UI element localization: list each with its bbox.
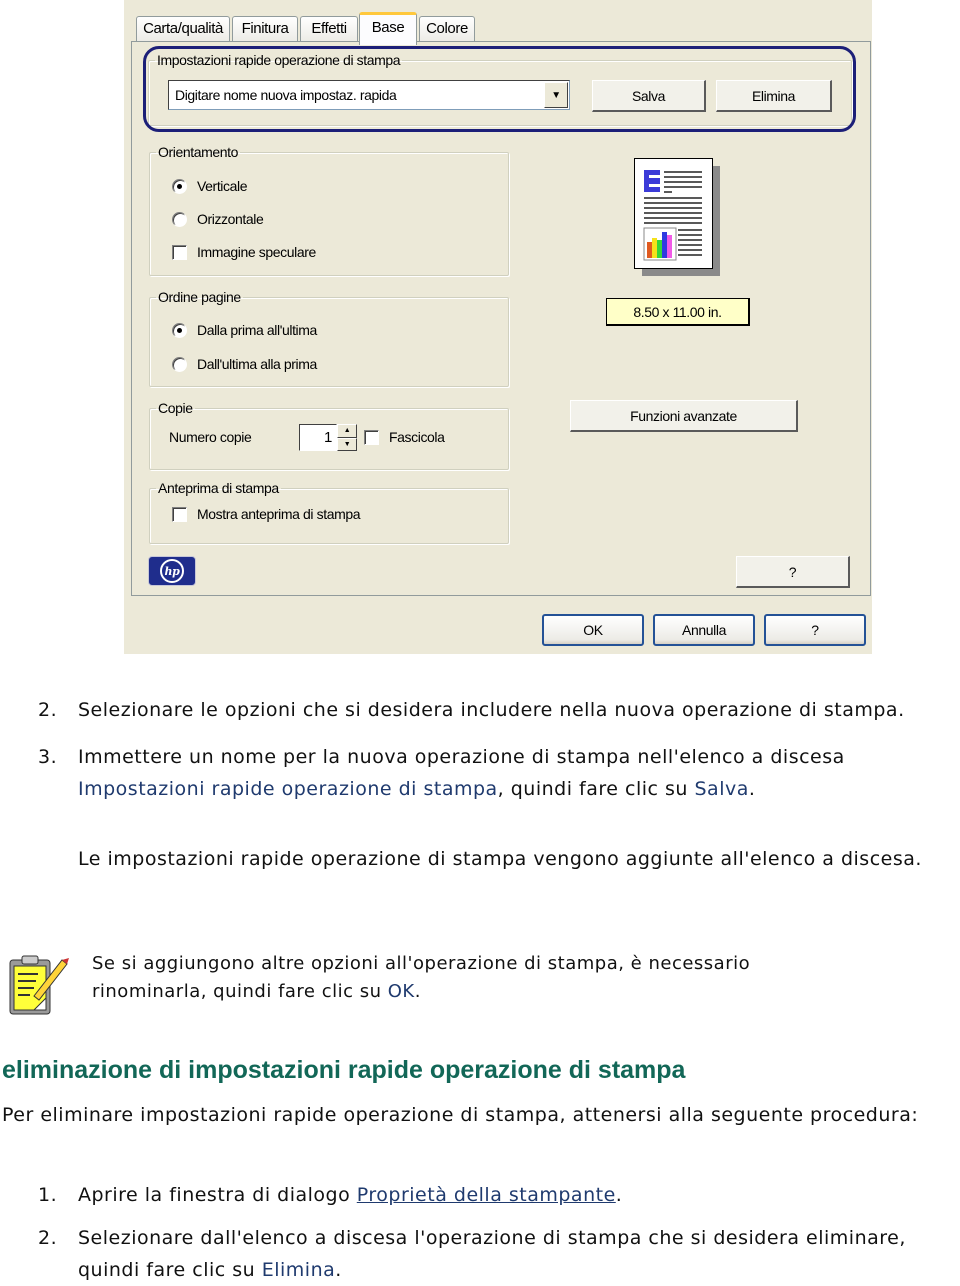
radio-unselected-icon[interactable] [172, 211, 187, 227]
tab-finitura[interactable]: Finitura [232, 16, 298, 42]
save-link[interactable]: Salva [694, 778, 748, 800]
checkbox-label: Immagine speculare [197, 244, 316, 260]
radio-label: Verticale [197, 178, 248, 194]
help-button[interactable]: ? [764, 614, 866, 646]
advanced-features-button[interactable]: Funzioni avanzate [570, 400, 798, 432]
radio-label: Dall'ultima alla prima [197, 356, 317, 372]
quick-settings-link[interactable]: Impostazioni rapide operazione di stampa [78, 778, 498, 800]
highlight-outline [143, 46, 856, 132]
stepper-down-icon[interactable]: ▼ [337, 437, 357, 451]
checkbox-immagine-speculare[interactable]: Immagine speculare [172, 244, 316, 260]
checkbox-icon[interactable] [172, 244, 187, 260]
page-preview-icon [634, 158, 720, 276]
step-text: Aprire la finestra di dialogo Proprietà … [78, 1184, 623, 1206]
printer-properties-link[interactable]: Proprietà della stampante [357, 1184, 616, 1206]
section-heading: eliminazione di impostazioni rapide oper… [2, 1056, 686, 1084]
hp-logo: hp [148, 556, 196, 586]
page-order-group: Ordine pagine [149, 289, 509, 387]
intro-text: Per eliminare impostazioni rapide operaz… [2, 1104, 919, 1126]
note-clipboard-icon [9, 955, 69, 1015]
tab-carta-qualita[interactable]: Carta/qualità [136, 16, 230, 42]
step-result-text: Le impostazioni rapide operazione di sta… [78, 848, 922, 870]
ok-button[interactable]: OK [542, 614, 644, 646]
radio-last-to-first[interactable]: Dall'ultima alla prima [172, 356, 317, 372]
print-preview-legend: Anteprima di stampa [158, 480, 279, 496]
delete-link[interactable]: Elimina [262, 1259, 336, 1281]
copies-count-label: Numero copie [169, 429, 252, 445]
checkbox-label: Fascicola [389, 429, 445, 445]
radio-unselected-icon[interactable] [172, 356, 187, 372]
paper-size-readout: 8.50 x 11.00 in. [606, 298, 750, 326]
checkbox-label: Mostra anteprima di stampa [197, 506, 361, 522]
page-order-legend: Ordine pagine [158, 289, 241, 305]
radio-selected-icon[interactable] [172, 322, 187, 338]
checkbox-icon[interactable] [172, 506, 187, 522]
radio-orizzontale[interactable]: Orizzontale [172, 211, 264, 227]
ok-link[interactable]: OK [388, 981, 415, 1002]
radio-label: Dalla prima all'ultima [197, 322, 317, 338]
radio-first-to-last[interactable]: Dalla prima all'ultima [172, 322, 317, 338]
checkbox-show-preview[interactable]: Mostra anteprima di stampa [172, 506, 361, 522]
step-text: Selezionare le opzioni che si desidera i… [78, 699, 905, 721]
checkbox-fascicola[interactable]: Fascicola [364, 429, 445, 445]
copies-legend: Copie [158, 400, 193, 416]
checkbox-icon[interactable] [364, 429, 379, 445]
radio-verticale[interactable]: Verticale [172, 178, 248, 194]
tab-effetti[interactable]: Effetti [300, 16, 358, 42]
radio-label: Orizzontale [197, 211, 264, 227]
copies-count-input[interactable]: 1 [299, 424, 337, 451]
step-text: Immettere un nome per la nuova operazion… [78, 746, 845, 800]
printer-properties-dialog: Carta/qualità Finitura Effetti Base Colo… [124, 0, 872, 654]
tab-colore[interactable]: Colore [419, 16, 475, 42]
tab-base[interactable]: Base [359, 12, 417, 45]
radio-selected-icon[interactable] [172, 178, 187, 194]
orientation-legend: Orientamento [158, 144, 239, 160]
stepper-up-icon[interactable]: ▲ [337, 424, 357, 438]
copies-stepper[interactable]: ▲ ▼ [337, 424, 357, 451]
note-text: Se si aggiungono altre opzioni all'opera… [92, 953, 751, 1002]
step-text: Selezionare dall'elenco a discesa l'oper… [78, 1227, 906, 1281]
help-inner-button[interactable]: ? [736, 556, 850, 588]
cancel-button[interactable]: Annulla [653, 614, 755, 646]
